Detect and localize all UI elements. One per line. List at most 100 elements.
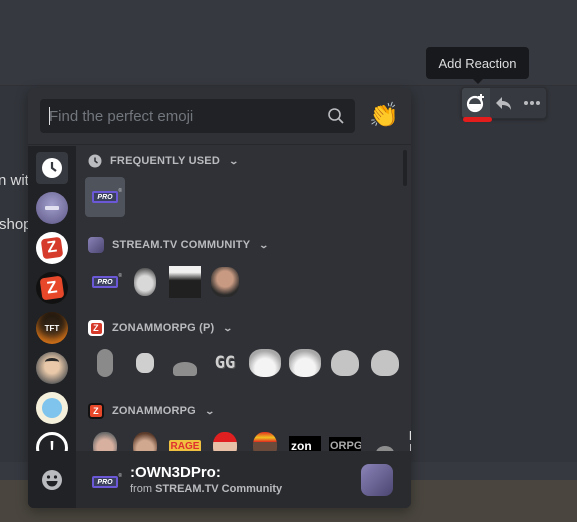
category-title: FREQUENTLY USED bbox=[110, 155, 220, 167]
blob-image bbox=[331, 350, 359, 376]
reply-button[interactable] bbox=[490, 88, 518, 118]
sidebar-item-unicode-emoji[interactable] bbox=[28, 451, 76, 508]
chevron-down-icon: ⌄ bbox=[258, 239, 270, 250]
emoji-category-sidebar: Z Z TFT ! bbox=[28, 146, 76, 464]
zombie-image bbox=[97, 349, 113, 377]
gg-text: GG bbox=[214, 353, 236, 373]
preview-from-prefix: from bbox=[130, 483, 152, 495]
orpg-text: ORPG bbox=[329, 437, 361, 451]
priest-image bbox=[169, 266, 201, 298]
emoji-face[interactable] bbox=[125, 262, 165, 302]
emoji-man-2[interactable] bbox=[125, 426, 165, 451]
more-icon bbox=[524, 101, 540, 105]
parrot-image bbox=[173, 362, 197, 376]
emoji-priest[interactable] bbox=[165, 262, 205, 302]
pro-badge: PRO bbox=[92, 273, 122, 288]
category-title: ZONAMMORPG bbox=[112, 405, 196, 417]
emoji-shiba-smug[interactable] bbox=[245, 343, 285, 383]
clock-icon bbox=[88, 154, 102, 168]
emoji-shiba-wink[interactable] bbox=[285, 343, 325, 383]
emoji-picker: 👏 Z Z TFT bbox=[28, 88, 411, 508]
pikachu-image bbox=[136, 353, 154, 373]
sidebar-item-tft[interactable]: TFT bbox=[36, 312, 68, 344]
picker-header: 👏 bbox=[28, 88, 411, 145]
scrollbar-thumb[interactable] bbox=[403, 150, 407, 186]
preview-server-name: STREAM.TV Community bbox=[155, 483, 283, 495]
rage-text: RAGE bbox=[168, 439, 202, 451]
emoji-zon[interactable]: zon bbox=[285, 426, 325, 451]
add-reaction-button[interactable] bbox=[462, 88, 490, 118]
emoji-gg[interactable]: GG bbox=[205, 343, 245, 383]
face-image bbox=[133, 432, 157, 451]
clock-icon bbox=[42, 158, 62, 178]
emoji-hype[interactable]: HY PE bbox=[398, 422, 411, 451]
pro-badge: PRO bbox=[92, 473, 122, 488]
message-text-fragment: shop bbox=[0, 216, 32, 233]
reply-icon bbox=[496, 97, 511, 110]
emoji-orpg[interactable]: ORPG bbox=[325, 426, 365, 451]
emoji-add-icon bbox=[466, 94, 484, 113]
category-title: ZONAMMORPG (P) bbox=[112, 322, 215, 334]
preview-server-icon bbox=[361, 463, 393, 496]
more-button[interactable] bbox=[518, 88, 546, 118]
emoji-rage[interactable]: RAGE bbox=[165, 426, 205, 451]
emoji-man-1[interactable] bbox=[85, 426, 125, 451]
face-image bbox=[211, 267, 239, 297]
sidebar-item-frequently-used[interactable] bbox=[36, 152, 68, 184]
emoji-own3dpro[interactable]: PRO bbox=[85, 262, 125, 302]
search-icon bbox=[328, 108, 344, 124]
sidebar-item-zonammorpg[interactable]: Z bbox=[36, 272, 68, 304]
emoji-preview-bar: PRO :OWN3DPro: from STREAM.TV Community bbox=[28, 451, 411, 508]
pro-badge: PRO bbox=[92, 188, 122, 203]
sidebar-item-stream-tv-community[interactable] bbox=[36, 192, 68, 224]
emoji-pikachu[interactable] bbox=[125, 343, 165, 383]
chevron-down-icon: ⌄ bbox=[222, 322, 234, 333]
server-icon: Z bbox=[88, 320, 104, 336]
emoji-spain-man[interactable] bbox=[245, 426, 285, 451]
server-icon bbox=[42, 398, 62, 418]
emoji-search-input[interactable] bbox=[49, 107, 328, 125]
shiba-image bbox=[289, 349, 321, 377]
face-image bbox=[213, 432, 237, 451]
server-icon bbox=[45, 206, 59, 210]
face-image bbox=[134, 268, 156, 296]
emoji-parrot[interactable] bbox=[165, 343, 205, 383]
sidebar-item-zonammorpg-p[interactable]: Z bbox=[36, 232, 68, 264]
emoji-search-box[interactable] bbox=[40, 99, 356, 133]
category-header-stream-tv-community[interactable]: STREAM.TV COMMUNITY ⌄ bbox=[88, 237, 270, 253]
add-reaction-tooltip: Add Reaction bbox=[426, 47, 529, 84]
category-header-frequently-used[interactable]: FREQUENTLY USED ⌄ bbox=[88, 153, 240, 169]
emoji-thinking-blob[interactable] bbox=[325, 343, 365, 383]
sidebar-item-caricature-server[interactable] bbox=[36, 352, 68, 384]
category-title: STREAM.TV COMMUNITY bbox=[112, 239, 251, 251]
message-toolbar bbox=[461, 87, 547, 119]
blob-image bbox=[371, 350, 399, 376]
server-icon bbox=[88, 237, 104, 253]
emoji-zombie[interactable] bbox=[85, 343, 125, 383]
zon-text: zon bbox=[289, 436, 321, 451]
preview-emoji: PRO bbox=[92, 471, 122, 489]
server-icon: Z bbox=[39, 275, 65, 301]
emoji-face-radio[interactable] bbox=[205, 262, 245, 302]
clapping-hands-icon[interactable]: 👏 bbox=[369, 104, 399, 128]
sidebar-item-just-want-to-die[interactable] bbox=[36, 392, 68, 424]
category-header-zonammorpg[interactable]: Z ZONAMMORPG ⌄ bbox=[88, 403, 215, 419]
server-icon: Z bbox=[88, 403, 104, 419]
emoji-own3dpro[interactable]: PRO bbox=[85, 177, 125, 217]
highlight-underline bbox=[463, 117, 492, 122]
category-header-zonammorpg-p[interactable]: Z ZONAMMORPG (P) ⌄ bbox=[88, 320, 234, 336]
server-icon: Z bbox=[40, 236, 64, 260]
server-icon bbox=[45, 358, 59, 366]
hype-text: HY PE bbox=[405, 429, 411, 451]
smile-icon bbox=[42, 469, 62, 490]
preview-emoji-name: :OWN3DPro: bbox=[130, 464, 221, 481]
emoji-cute-blob[interactable] bbox=[365, 343, 405, 383]
text-caret bbox=[49, 107, 50, 125]
face-image bbox=[253, 432, 277, 451]
preview-emoji-source: from STREAM.TV Community bbox=[130, 483, 282, 495]
emoji-santa-man[interactable] bbox=[205, 426, 245, 451]
face-image bbox=[93, 432, 117, 451]
emoji-grid: FREQUENTLY USED ⌄ PRO STREAM.TV COMMUNIT… bbox=[76, 146, 411, 451]
server-icon: TFT bbox=[44, 323, 60, 333]
chevron-down-icon: ⌄ bbox=[228, 155, 240, 166]
